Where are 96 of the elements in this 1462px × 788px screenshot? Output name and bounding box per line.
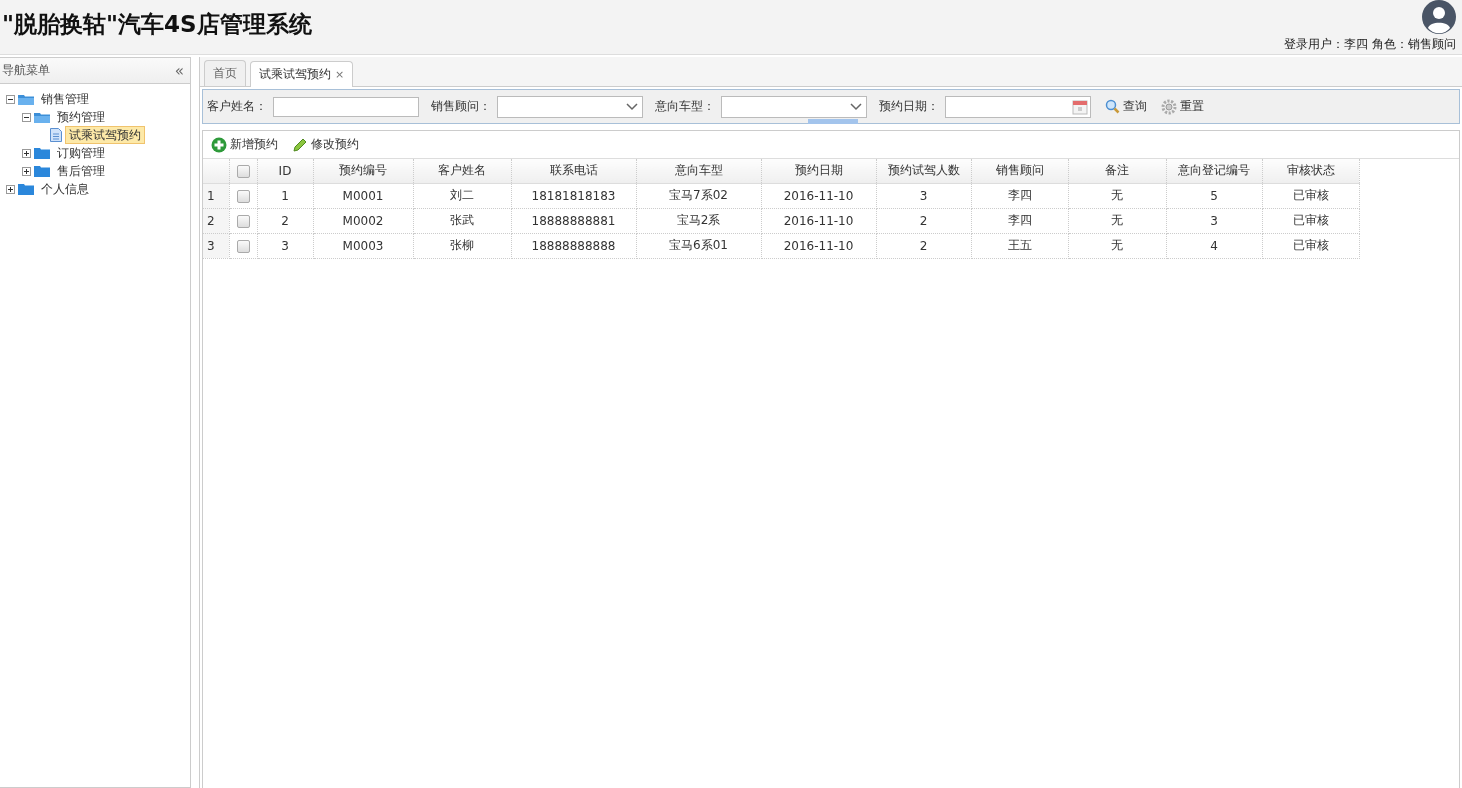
table-cell: M0001 [313, 183, 413, 208]
table-cell: 5 [1166, 183, 1262, 208]
table-cell: 4 [1166, 233, 1262, 258]
tree-item[interactable]: 预约管理 [53, 108, 109, 126]
table-cell: 1 [257, 183, 313, 208]
folder-icon [34, 164, 50, 178]
tree-item[interactable]: 售后管理 [53, 162, 109, 180]
resize-handle[interactable] [808, 119, 858, 124]
chevron-down-icon [626, 102, 638, 111]
table-cell: 无 [1068, 183, 1166, 208]
row-number: 2 [203, 208, 229, 233]
input-field[interactable] [273, 96, 419, 117]
table-cell: 已审核 [1262, 208, 1359, 233]
column-header: 意向登记编号 [1166, 159, 1262, 183]
folder-icon [34, 146, 50, 160]
column-header: 审核状态 [1262, 159, 1359, 183]
tree-item[interactable]: 销售管理 [37, 90, 93, 108]
gear-icon [1161, 98, 1177, 115]
column-header: 预约编号 [313, 159, 413, 183]
expand-icon[interactable] [6, 184, 15, 194]
column-header: 联系电话 [511, 159, 636, 183]
table-cell: 无 [1068, 208, 1166, 233]
sidebar-title: 导航菜单 [2, 62, 50, 79]
table-cell: 宝马7系02 [636, 183, 761, 208]
column-header: 备注 [1068, 159, 1166, 183]
table-cell: 2016-11-10 [761, 183, 876, 208]
table-cell: 张柳 [413, 233, 511, 258]
table-cell: 18181818183 [511, 183, 636, 208]
column-header: ID [257, 159, 313, 183]
role-info: 角色：销售顾问 [1372, 36, 1456, 53]
table-cell: 王五 [971, 233, 1068, 258]
app-title: "脱胎换轱"汽车4S店管理系统 [2, 10, 312, 39]
folder-icon [18, 92, 34, 106]
filter-label: 意向车型： [655, 98, 715, 115]
column-header: 意向车型 [636, 159, 761, 183]
select-field[interactable] [497, 95, 643, 118]
tab[interactable]: 首页 [204, 60, 246, 86]
table-cell: 宝马6系01 [636, 233, 761, 258]
table-cell: 3 [257, 233, 313, 258]
table-cell: 李四 [971, 208, 1068, 233]
tree-item[interactable]: 订购管理 [53, 144, 109, 162]
filter-label: 客户姓名： [207, 98, 267, 115]
table-cell: 刘二 [413, 183, 511, 208]
column-header: 预约日期 [761, 159, 876, 183]
table-cell: 3 [876, 183, 971, 208]
table-cell: 宝马2系 [636, 208, 761, 233]
checkbox[interactable] [236, 214, 250, 228]
row-number: 3 [203, 233, 229, 258]
document-icon [50, 128, 62, 142]
tree-item[interactable]: 试乘试驾预约 [65, 126, 145, 144]
search-icon [1105, 99, 1120, 114]
calendar-icon[interactable] [1072, 98, 1088, 115]
date-field[interactable] [945, 95, 1091, 118]
checkbox[interactable] [236, 189, 250, 203]
reset-button[interactable]: 重置 [1157, 98, 1208, 115]
select-field[interactable] [721, 95, 867, 118]
table-cell: M0002 [313, 208, 413, 233]
filter-label: 预约日期： [879, 98, 939, 115]
close-button[interactable]: × [335, 68, 345, 81]
table-cell: 2 [876, 208, 971, 233]
table-cell: 2 [876, 233, 971, 258]
user-info: 登录用户：李四 [1284, 36, 1368, 53]
collapse-button[interactable]: « [174, 61, 184, 80]
table-cell: 2016-11-10 [761, 208, 876, 233]
table-cell: 18888888881 [511, 208, 636, 233]
table-cell: 已审核 [1262, 233, 1359, 258]
table-cell: 18888888888 [511, 233, 636, 258]
table-cell: 3 [1166, 208, 1262, 233]
table-cell: 已审核 [1262, 183, 1359, 208]
table-cell: 李四 [971, 183, 1068, 208]
chevron-down-icon [850, 102, 862, 111]
search-button[interactable]: 查询 [1101, 98, 1151, 115]
expand-icon[interactable] [22, 166, 31, 176]
folder-icon [18, 182, 34, 196]
checkbox[interactable] [236, 239, 250, 253]
filter-label: 销售顾问： [431, 98, 491, 115]
checkbox[interactable] [236, 164, 250, 178]
pencil-icon [292, 136, 308, 153]
table-cell: 张武 [413, 208, 511, 233]
expand-icon[interactable] [22, 148, 31, 158]
plus-icon [211, 136, 227, 153]
row-number: 1 [203, 183, 229, 208]
column-header: 销售顾问 [971, 159, 1068, 183]
column-header: 客户姓名 [413, 159, 511, 183]
column-header: 预约试驾人数 [876, 159, 971, 183]
tree-item[interactable]: 个人信息 [37, 180, 93, 198]
edit-button[interactable]: 修改预约 [288, 136, 363, 153]
table-cell: 2016-11-10 [761, 233, 876, 258]
add-button[interactable]: 新增预约 [207, 136, 282, 153]
collapse-icon[interactable] [6, 94, 15, 104]
folder-icon [34, 110, 50, 124]
table-cell: M0003 [313, 233, 413, 258]
table-cell: 2 [257, 208, 313, 233]
table-cell: 无 [1068, 233, 1166, 258]
tab[interactable]: 试乘试驾预约 × [250, 61, 354, 87]
collapse-icon[interactable] [22, 112, 31, 122]
